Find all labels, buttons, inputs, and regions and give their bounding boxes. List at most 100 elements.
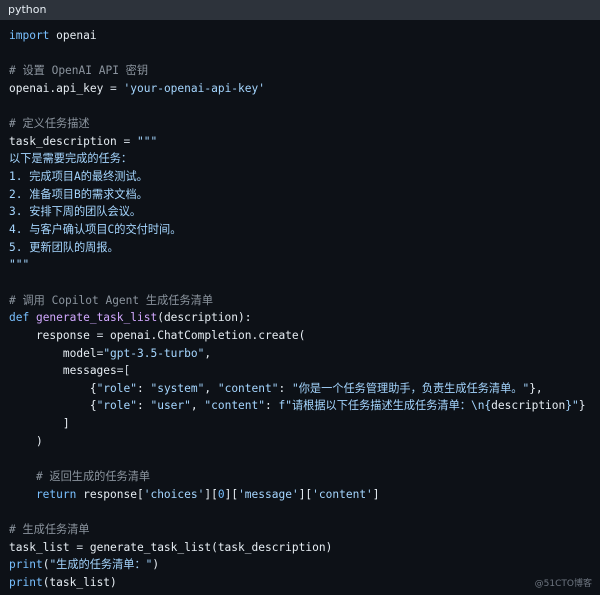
code-token: def bbox=[9, 311, 36, 325]
code-token: =[ bbox=[116, 364, 131, 378]
code-line: # 定义任务描述 bbox=[9, 115, 594, 133]
code-token: # 设置 OpenAI API 密钥 bbox=[9, 64, 149, 78]
code-token: , bbox=[190, 399, 205, 413]
code-token: generate_task_list(task_description) bbox=[89, 540, 333, 554]
code-token: = bbox=[96, 328, 111, 342]
code-token: : bbox=[278, 381, 292, 395]
code-token: 以下是需要完成的任务： bbox=[9, 152, 133, 166]
code-line: # 生成任务清单 bbox=[9, 521, 594, 539]
code-line: ] bbox=[9, 415, 594, 433]
code-token: task_description bbox=[9, 134, 124, 148]
code-line: ) bbox=[9, 433, 594, 451]
code-token: = bbox=[123, 134, 137, 148]
code-token: task_list bbox=[9, 540, 77, 554]
code-token: "生成的任务清单：" bbox=[49, 558, 153, 572]
code-token: response bbox=[9, 328, 97, 342]
code-token: ) bbox=[9, 434, 43, 448]
code-token: "user" bbox=[150, 399, 191, 413]
code-line: {"role": "system", "content": "你是一个任务管理助… bbox=[9, 380, 594, 398]
code-line: {"role": "user", "content": f"请根据以下任务描述生… bbox=[9, 397, 594, 415]
code-token: , bbox=[204, 381, 218, 395]
code-token: 'content' bbox=[312, 487, 373, 501]
code-token: messages bbox=[9, 364, 117, 378]
code-line: 以下是需要完成的任务： bbox=[9, 150, 594, 168]
code-token: "content" bbox=[217, 381, 279, 395]
code-line: task_list = generate_task_list(task_desc… bbox=[9, 539, 594, 557]
code-token: # 定义任务描述 bbox=[9, 117, 90, 131]
code-token: "gpt-3.5-turbo" bbox=[103, 346, 205, 360]
code-token: "你是一个任务管理助手，负责生成任务清单。" bbox=[291, 381, 530, 395]
code-token: "role" bbox=[96, 381, 137, 395]
code-token: description bbox=[491, 399, 566, 413]
code-token: ][ bbox=[224, 487, 239, 501]
code-token: 5. 更新团队的周报。 bbox=[9, 240, 119, 254]
code-line: 2. 准备项目B的需求文档。 bbox=[9, 186, 594, 204]
code-token: = bbox=[110, 81, 124, 95]
code-token: # 生成任务清单 bbox=[9, 522, 90, 536]
code-token: print bbox=[9, 575, 43, 589]
code-token: openai bbox=[9, 81, 50, 95]
code-token: print bbox=[9, 558, 43, 572]
code-token: ) bbox=[152, 558, 160, 572]
code-token: 0 bbox=[217, 487, 225, 501]
code-token: generate_task_list bbox=[35, 311, 158, 325]
code-language-header: python bbox=[0, 0, 600, 20]
code-token: import bbox=[9, 29, 50, 42]
code-token: ] bbox=[9, 417, 70, 431]
code-line: messages=[ bbox=[9, 362, 594, 380]
code-token: ][ bbox=[204, 487, 218, 501]
code-token: """ bbox=[9, 258, 30, 272]
code-line: import openai bbox=[9, 27, 594, 45]
code-token: 2. 准备项目B的需求文档。 bbox=[9, 187, 148, 201]
code-line: task_description = """ bbox=[9, 133, 594, 151]
code-token: 'your-openai-api-key' bbox=[123, 81, 265, 95]
code-block: python import openai # 设置 OpenAI API 密钥 o… bbox=[0, 0, 600, 595]
code-token: : bbox=[136, 399, 151, 413]
code-token: 'message' bbox=[238, 487, 299, 501]
code-line: """ bbox=[9, 256, 594, 274]
code-token: }" bbox=[565, 399, 579, 413]
code-token: : bbox=[265, 399, 279, 413]
code-token: (task_list) bbox=[42, 575, 117, 589]
code-line: 4. 与客户确认项目C的交付时间。 bbox=[9, 221, 594, 239]
code-token: { bbox=[9, 381, 97, 395]
code-token: "role" bbox=[96, 399, 137, 413]
code-line: # 设置 OpenAI API 密钥 bbox=[9, 62, 594, 80]
code-token: .ChatCompletion.create( bbox=[150, 328, 306, 342]
code-token: }, bbox=[529, 381, 543, 395]
code-token: "content" bbox=[204, 399, 265, 413]
code-line: 1. 完成项目A的最终测试。 bbox=[9, 168, 594, 186]
watermark: @51CTO博客 bbox=[534, 579, 592, 589]
code-line: def generate_task_list(description): bbox=[9, 309, 594, 327]
code-token: 'choices' bbox=[143, 487, 205, 501]
code-body[interactable]: import openai # 设置 OpenAI API 密钥 openai.a… bbox=[9, 27, 594, 592]
code-line: model="gpt-3.5-turbo", bbox=[9, 345, 594, 363]
code-line: 3. 安排下周的团队会议。 bbox=[9, 203, 594, 221]
code-line: response = openai.ChatCompletion.create( bbox=[9, 327, 594, 345]
code-token: """ bbox=[137, 134, 158, 148]
code-token: # 返回生成的任务清单 bbox=[9, 470, 151, 484]
code-token: = bbox=[76, 540, 90, 554]
code-line: 5. 更新团队的周报。 bbox=[9, 239, 594, 257]
code-token: return bbox=[9, 487, 84, 501]
code-token: 3. 安排下周的团队会议。 bbox=[9, 205, 142, 219]
code-line: return response['choices'][0]['message']… bbox=[9, 486, 594, 504]
code-token: ][ bbox=[298, 487, 313, 501]
code-token: model bbox=[9, 346, 97, 360]
code-token: } bbox=[578, 399, 586, 413]
code-token: { bbox=[9, 399, 97, 413]
code-line: print(task_list) bbox=[9, 574, 594, 592]
code-line: # 调用 Copilot Agent 生成任务清单 bbox=[9, 292, 594, 310]
code-token: # 调用 Copilot Agent 生成任务清单 bbox=[9, 293, 214, 307]
code-line: openai.api_key = 'your-openai-api-key' bbox=[9, 80, 594, 98]
code-token: ] bbox=[372, 487, 380, 501]
code-line: print("生成的任务清单：") bbox=[9, 556, 594, 574]
language-label: python bbox=[8, 3, 47, 16]
code-line: # 返回生成的任务清单 bbox=[9, 468, 594, 486]
code-token: openai bbox=[49, 29, 97, 42]
